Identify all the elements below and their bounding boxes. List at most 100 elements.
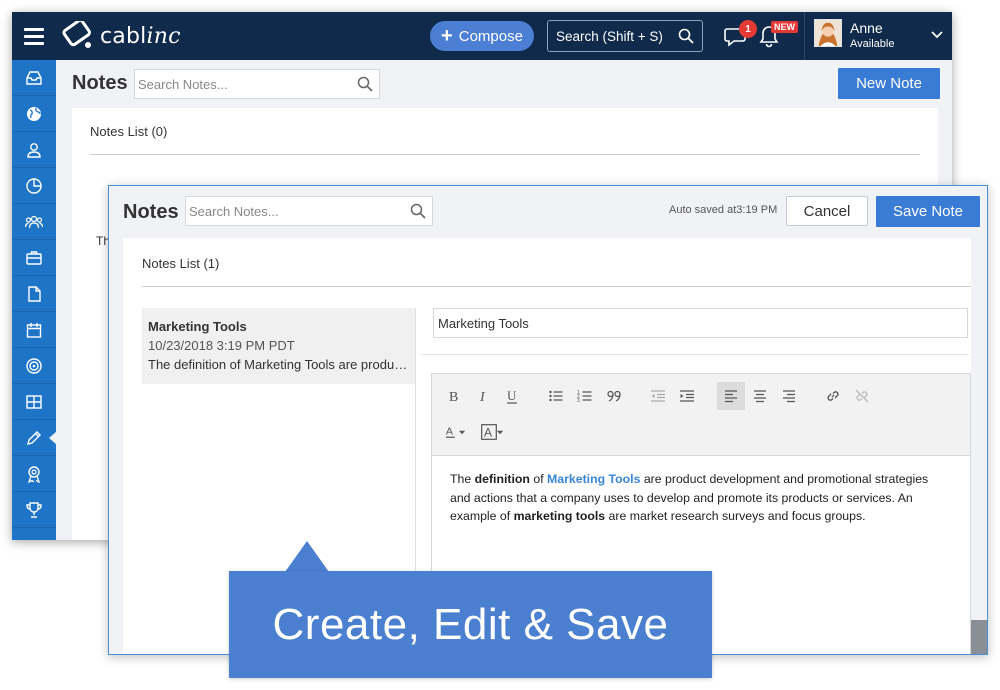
hamburger-menu-icon[interactable]: [12, 12, 56, 60]
notes-list-count: (1): [203, 256, 220, 271]
compose-button[interactable]: + Compose: [430, 21, 534, 51]
italic-button[interactable]: I: [469, 382, 497, 410]
group-icon: [25, 215, 43, 228]
sidebar-item-deals[interactable]: [12, 240, 56, 276]
note-title: Marketing Tools: [148, 319, 247, 334]
align-left-button[interactable]: [717, 382, 745, 410]
sidebar-item-groups[interactable]: [12, 204, 56, 240]
svg-text:I: I: [479, 390, 486, 404]
sidebar-item-documents[interactable]: [12, 276, 56, 312]
sidebar-item-inbox[interactable]: [12, 60, 56, 96]
svg-text:A: A: [445, 426, 452, 438]
user-status: Available: [850, 38, 895, 50]
new-note-button[interactable]: New Note: [838, 68, 940, 99]
globe-icon: [27, 106, 41, 121]
notes-search-input[interactable]: Search Notes...: [185, 196, 433, 226]
notes-list-title: Notes List (0): [90, 124, 168, 139]
plus-icon: +: [441, 25, 453, 47]
svg-text:3: 3: [577, 398, 580, 404]
global-search-label: Search (Shift + S): [556, 28, 663, 44]
table-icon: [26, 394, 42, 409]
divider: [421, 354, 969, 355]
indent-button[interactable]: [673, 382, 701, 410]
page-title: Notes: [123, 201, 179, 223]
bold-button[interactable]: B: [440, 382, 468, 410]
sidebar-item-contacts[interactable]: [12, 132, 56, 168]
chevron-down-icon[interactable]: [931, 30, 943, 40]
sidebar: [12, 60, 57, 540]
award-icon: [27, 465, 41, 483]
font-color-icon: A: [445, 426, 455, 438]
global-search-box[interactable]: Search (Shift + S): [547, 20, 703, 52]
svg-text:B: B: [449, 390, 458, 404]
sidebar-item-calendar[interactable]: [12, 312, 56, 348]
notes-search-input[interactable]: Search Notes...: [134, 69, 380, 99]
search-icon: [357, 76, 373, 92]
highlight-color-icon: A: [480, 424, 497, 440]
save-note-button[interactable]: Save Note: [876, 196, 980, 227]
highlighted-link[interactable]: Marketing Tools: [547, 472, 640, 486]
divider: [142, 286, 971, 287]
italic-icon: I: [479, 390, 486, 404]
logo-text: cablinc: [100, 23, 181, 49]
collapse-handle[interactable]: [971, 620, 987, 654]
numbered-list-button[interactable]: 123: [571, 382, 599, 410]
unlink-button[interactable]: [848, 382, 876, 410]
svg-text:U: U: [507, 388, 517, 403]
align-left-icon: [725, 390, 737, 403]
note-title-field[interactable]: Marketing Tools: [433, 308, 968, 338]
inbox-icon: [26, 70, 42, 85]
notes-list-title: Notes List (1): [142, 256, 220, 271]
align-center-button[interactable]: [746, 382, 774, 410]
highlight-color-button[interactable]: A: [476, 418, 508, 446]
sidebar-item-tables[interactable]: [12, 384, 56, 420]
logo-mark-icon: [62, 21, 91, 48]
trophy-icon: [26, 501, 42, 518]
briefcase-icon: [26, 250, 42, 265]
editor-body-text[interactable]: The definition of Marketing Tools are pr…: [450, 470, 950, 526]
bullet-list-button[interactable]: [542, 382, 570, 410]
chevron-down-icon: [458, 430, 465, 434]
page-title: Notes: [72, 72, 128, 94]
align-center-icon: [754, 390, 766, 403]
sidebar-item-goals[interactable]: [12, 348, 56, 384]
search-icon: [410, 203, 426, 219]
outdent-button[interactable]: [644, 382, 672, 410]
document-icon: [28, 285, 41, 302]
sidebar-item-notes[interactable]: [12, 420, 57, 456]
sidebar-item-globe[interactable]: [12, 96, 56, 132]
pencil-icon: [27, 430, 41, 445]
sidebar-item-reports[interactable]: [12, 168, 56, 204]
avatar[interactable]: [814, 19, 842, 47]
sidebar-item-trophy[interactable]: [12, 492, 56, 528]
link-button[interactable]: [819, 382, 847, 410]
divider: [90, 154, 920, 155]
numbered-list-icon: 123: [577, 390, 592, 404]
user-name: Anne: [850, 20, 883, 36]
chevron-down-icon: [496, 430, 503, 434]
quote-button[interactable]: [600, 382, 628, 410]
list-item[interactable]: Marketing Tools 10/23/2018 3:19 PM PDT T…: [142, 308, 415, 384]
indent-icon: [680, 390, 694, 402]
notes-search-placeholder: Search Notes...: [138, 76, 228, 92]
search-icon: [678, 28, 694, 44]
bold-icon: B: [449, 390, 458, 404]
callout-pointer: [285, 541, 329, 572]
align-right-button[interactable]: [775, 382, 803, 410]
chat-badge: 1: [739, 20, 757, 38]
notes-search-placeholder: Search Notes...: [189, 203, 279, 219]
top-navigation-bar: cablinc + Compose Search (Shift + S) 1 N…: [12, 12, 952, 60]
underline-button[interactable]: U: [498, 382, 526, 410]
sidebar-item-awards[interactable]: [12, 456, 56, 492]
compose-label: Compose: [458, 27, 523, 45]
calendar-icon: [26, 322, 42, 338]
note-date: 10/23/2018 3:19 PM PDT: [148, 338, 295, 353]
quote-icon: [607, 390, 621, 402]
notes-list-count: (0): [151, 124, 168, 139]
cancel-button[interactable]: Cancel: [786, 196, 868, 226]
underline-icon: U: [507, 388, 517, 404]
bullet-list-icon: [549, 390, 563, 402]
font-color-button[interactable]: A: [440, 418, 470, 446]
callout-banner: Create, Edit & Save: [229, 571, 712, 678]
brand-logo[interactable]: cablinc: [62, 18, 181, 54]
